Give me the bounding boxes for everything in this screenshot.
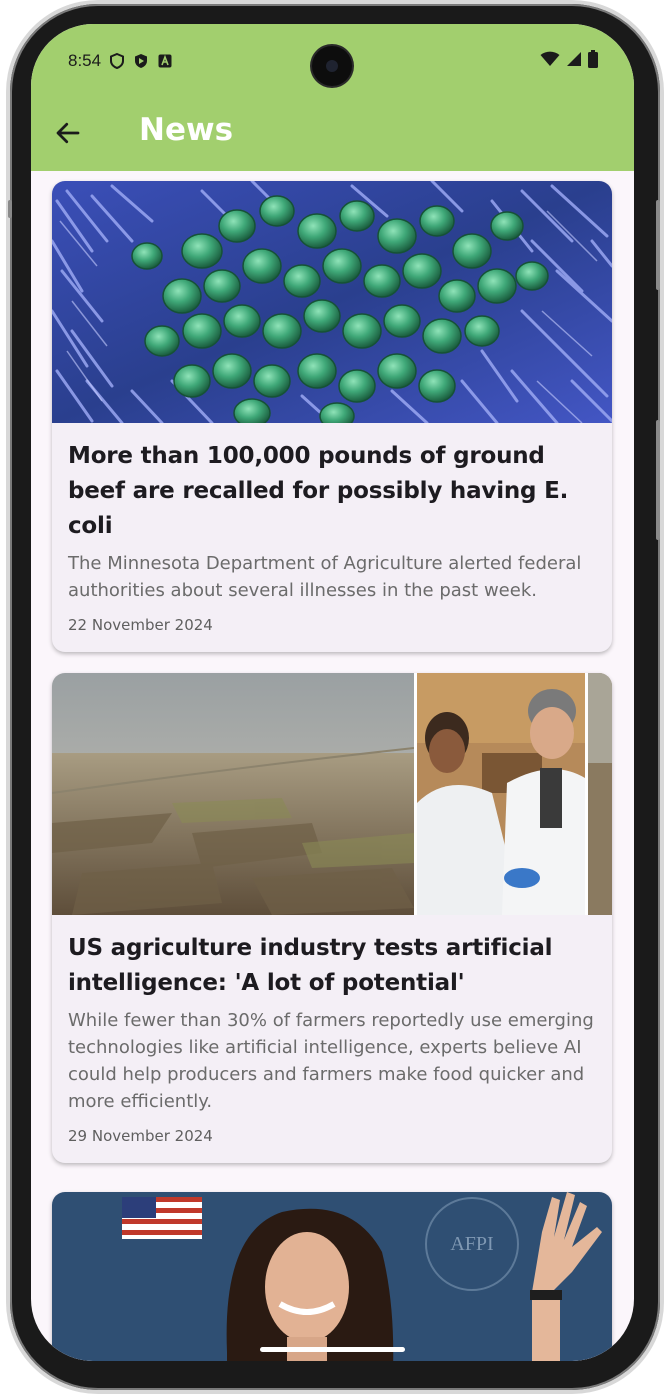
article-summary: The Minnesota Department of Agriculture …: [68, 553, 582, 601]
status-icons: [540, 50, 598, 68]
cellular-signal-icon: [567, 52, 581, 66]
news-list[interactable]: More than 100,000 pounds of ground beef …: [31, 171, 634, 1361]
news-card[interactable]: US agriculture industry tests artificial…: [52, 673, 612, 1163]
article-image-farmland: [52, 673, 612, 915]
article-summary: While fewer than 30% of farmers reported…: [68, 1010, 594, 1112]
volume-button: [656, 200, 660, 290]
news-card[interactable]: AFPI: [52, 1192, 612, 1361]
screen: 8:54 News More than 100,000 pounds of gr…: [31, 24, 634, 1361]
news-card[interactable]: More than 100,000 pounds of ground beef …: [52, 181, 612, 652]
status-bar: 8:54: [68, 48, 173, 74]
status-time: 8:54: [68, 51, 102, 70]
wifi-icon: [540, 51, 560, 66]
article-date: 22 November 2024: [68, 616, 213, 634]
vpn-shield-icon: [110, 53, 125, 69]
page-title: News: [139, 112, 234, 148]
app-bar: 8:54 News: [31, 24, 634, 171]
article-image-bacteria: [52, 181, 612, 423]
notification-app-icon: [158, 54, 172, 68]
power-button: [656, 420, 660, 540]
article-title: US agriculture industry tests artificial…: [68, 935, 553, 996]
side-button: [8, 200, 12, 218]
us-flag: [122, 1197, 202, 1239]
front-camera: [312, 46, 352, 86]
arrow-back-icon[interactable]: [53, 118, 83, 148]
security-shield-icon: [135, 54, 148, 68]
home-indicator[interactable]: [260, 1347, 405, 1352]
afpi-logo-text: AFPI: [450, 1233, 493, 1255]
battery-icon: [588, 50, 598, 68]
article-image-speaker: AFPI: [52, 1192, 612, 1361]
article-title: More than 100,000 pounds of ground beef …: [68, 443, 569, 539]
article-date: 29 November 2024: [68, 1127, 213, 1145]
